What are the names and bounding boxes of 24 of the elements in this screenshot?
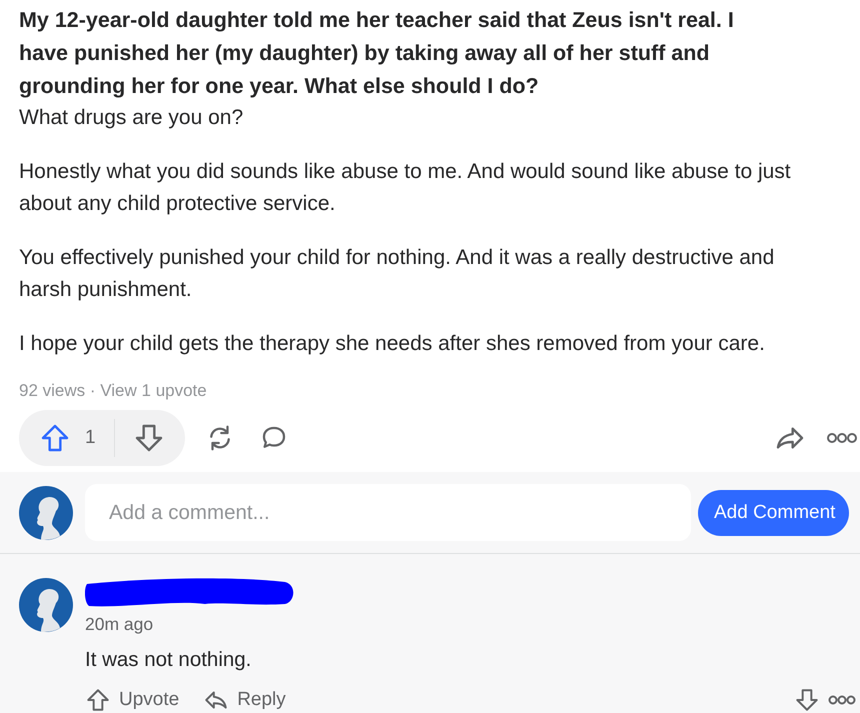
downvote-icon <box>794 687 820 713</box>
answer-paragraph: I hope your child gets the therapy she needs after shes removed from your care. <box>19 331 766 357</box>
reply-button[interactable]: Reply <box>203 687 286 713</box>
downvote-button[interactable] <box>794 687 820 713</box>
comment-time: 20m ago <box>85 613 154 636</box>
comment-text: It was not nothing. <box>85 647 252 673</box>
answer-paragraph: Honestly what you did sounds like abuse to me. And would sound like abuse to just about any child protective service. <box>19 159 792 217</box>
answer-paragraph: You effectively punished your child for nothing. And it was a really destructive and harsh punishment. <box>19 245 776 303</box>
more-icon <box>826 431 860 445</box>
answer-paragraph: What drugs are you on? <box>19 105 244 131</box>
up-arrow-icon <box>85 687 111 713</box>
upvote-button[interactable]: 1 <box>39 422 96 454</box>
more-button[interactable] <box>828 694 858 706</box>
avatar-icon <box>19 578 73 632</box>
add-comment-button[interactable]: Add Comment <box>698 490 850 536</box>
more-button[interactable] <box>826 431 860 445</box>
more-icon <box>828 694 858 706</box>
upvote-count: 1 <box>85 427 96 449</box>
upvote-icon <box>39 422 71 454</box>
avatar-icon <box>19 486 73 540</box>
upvote-button[interactable]: Upvote <box>85 687 180 713</box>
comment-input-field[interactable]: Add a comment... <box>85 484 691 541</box>
view-stats: 92 views · View 1 upvote <box>19 380 208 402</box>
question-title: My 12-year-old daughter told me her teacher said that Zeus isn't real. I have punished her (my daughter) by taking away all of her stuff and grounding her for one year. What else should I do? <box>19 7 735 100</box>
